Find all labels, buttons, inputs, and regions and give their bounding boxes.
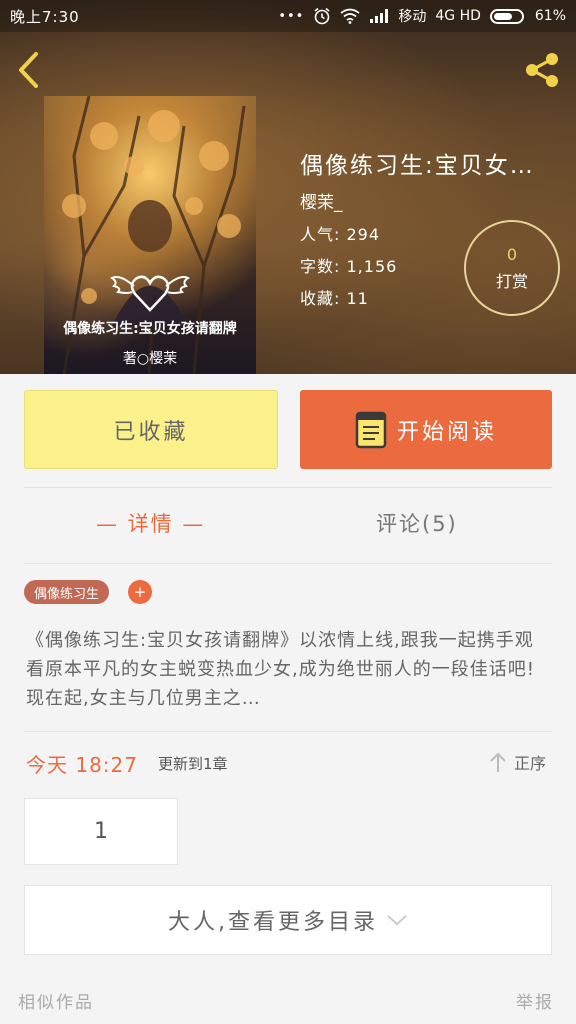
back-button[interactable] bbox=[12, 50, 48, 90]
book-author[interactable]: 樱茉_ bbox=[300, 188, 343, 213]
notification-dots: ••• bbox=[278, 8, 305, 24]
collected-label: 已收藏 bbox=[113, 419, 189, 445]
collected-button[interactable]: 已收藏 bbox=[24, 390, 278, 469]
winged-heart-icon bbox=[110, 275, 190, 312]
tab-comments[interactable]: 评论(5) bbox=[376, 508, 458, 538]
cover-author: 著○樱茉 bbox=[122, 351, 178, 367]
status-time: 晚上7:30 bbox=[10, 7, 80, 26]
start-reading-button[interactable]: 开始阅读 bbox=[300, 390, 552, 469]
book-title: 偶像练习生:宝贝女… bbox=[300, 153, 535, 179]
status-bar: 晚上7:30 ••• 移动 4G HD 61% bbox=[0, 0, 576, 32]
favorites-label: 收藏: bbox=[300, 289, 341, 308]
wifi-icon bbox=[340, 8, 360, 24]
share-button[interactable] bbox=[520, 48, 564, 92]
add-tag-button[interactable]: + bbox=[128, 580, 152, 604]
tag-label: 偶像练习生 bbox=[34, 586, 100, 602]
sort-order-label: 正序 bbox=[514, 754, 547, 773]
popularity-label: 人气: bbox=[300, 225, 341, 244]
chapter-item[interactable]: 1 bbox=[24, 798, 178, 865]
favorites-value: 11 bbox=[346, 289, 369, 308]
more-toc-button[interactable]: 大人,查看更多目录 bbox=[24, 885, 552, 955]
status-right: ••• 移动 4G HD 61% bbox=[278, 6, 566, 26]
plus-icon: + bbox=[133, 583, 147, 601]
similar-works-link[interactable]: 相似作品 bbox=[18, 988, 94, 1013]
carrier-label: 移动 bbox=[398, 9, 427, 25]
sort-order-button[interactable]: 正序 bbox=[488, 750, 546, 774]
divider bbox=[24, 731, 552, 732]
tab-detail[interactable]: — 详情 — bbox=[96, 508, 205, 538]
share-icon bbox=[526, 53, 558, 87]
update-time: 今天 18:27 bbox=[26, 753, 138, 777]
battery-level: 61% bbox=[534, 8, 566, 24]
synopsis[interactable]: 《偶像练习生:宝贝女孩请翻牌》以浓情上线,跟我一起携手观看原本平凡的女主蜕变热血… bbox=[26, 626, 552, 722]
tip-label: 打赏 bbox=[495, 271, 528, 291]
chevron-down-icon bbox=[387, 915, 407, 926]
tip-count: 0 bbox=[506, 244, 518, 264]
book-icon bbox=[355, 411, 387, 448]
tip-button[interactable]: 0 打赏 bbox=[464, 220, 560, 316]
book-header: 晚上7:30 ••• 移动 4G HD 61% 偶像练习生:宝贝女孩请翻牌 著○… bbox=[0, 0, 576, 374]
word-count-stat: 字数: 1,156 bbox=[300, 253, 397, 277]
divider bbox=[24, 563, 552, 564]
network-label: 4G HD bbox=[435, 8, 481, 24]
arrow-up-icon bbox=[490, 752, 506, 772]
signal-icon bbox=[370, 9, 389, 23]
divider bbox=[24, 487, 552, 488]
word-count-value: 1,156 bbox=[346, 257, 398, 276]
popularity-value: 294 bbox=[346, 225, 381, 244]
tag-chip[interactable]: 偶像练习生 bbox=[24, 580, 110, 604]
update-text: 更新到1章 bbox=[158, 755, 228, 773]
more-toc-label: 大人,查看更多目录 bbox=[168, 910, 378, 935]
word-count-label: 字数: bbox=[300, 257, 341, 276]
alarm-icon bbox=[314, 7, 330, 25]
chapter-number: 1 bbox=[94, 819, 108, 844]
chevron-left-icon bbox=[19, 52, 38, 88]
popularity-stat: 人气: 294 bbox=[300, 221, 380, 245]
cover-title: 偶像练习生:宝贝女孩请翻牌 bbox=[63, 321, 237, 337]
book-cover[interactable]: 偶像练习生:宝贝女孩请翻牌 著○樱茉 bbox=[44, 96, 256, 374]
favorites-stat: 收藏: 11 bbox=[300, 285, 369, 309]
start-reading-label: 开始阅读 bbox=[396, 419, 497, 445]
battery-icon bbox=[489, 8, 524, 24]
report-link[interactable]: 举报 bbox=[516, 988, 554, 1013]
